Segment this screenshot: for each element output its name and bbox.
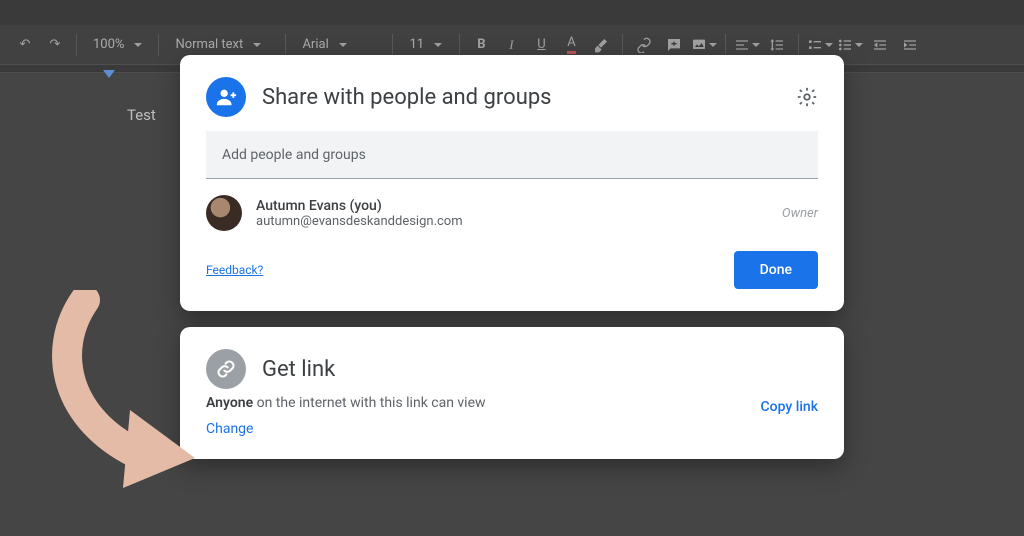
member-email: autumn@evansdeskanddesign.com [256, 214, 768, 229]
done-button[interactable]: Done [734, 251, 818, 289]
member-name: Autumn Evans (you) [256, 198, 768, 214]
dialog-layer: Share with people and groups Autumn Evan… [0, 0, 1024, 536]
share-dialog-title: Share with people and groups [262, 85, 780, 110]
get-link-title: Get link [262, 357, 818, 382]
get-link-dialog: Get link Anyone on the internet with thi… [180, 327, 844, 459]
settings-button[interactable] [796, 86, 818, 108]
member-role: Owner [782, 206, 818, 221]
link-icon [206, 349, 246, 389]
get-link-header: Get link [206, 349, 818, 389]
link-visibility-text: Anyone on the internet with this link ca… [206, 395, 486, 411]
add-people-input[interactable] [206, 131, 818, 179]
copy-link-button[interactable]: Copy link [761, 399, 818, 415]
link-visibility-rest: on the internet with this link can view [253, 395, 485, 411]
share-dialog-header: Share with people and groups [206, 77, 818, 117]
member-row: Autumn Evans (you) autumn@evansdeskandde… [206, 179, 818, 239]
avatar [206, 195, 242, 231]
change-link-button[interactable]: Change [206, 421, 253, 437]
feedback-link[interactable]: Feedback? [206, 263, 263, 277]
person-add-icon [206, 77, 246, 117]
share-dialog-footer: Feedback? Done [206, 251, 818, 289]
link-visibility-bold: Anyone [206, 395, 253, 411]
share-dialog: Share with people and groups Autumn Evan… [180, 55, 844, 311]
get-link-body: Anyone on the internet with this link ca… [206, 395, 818, 437]
